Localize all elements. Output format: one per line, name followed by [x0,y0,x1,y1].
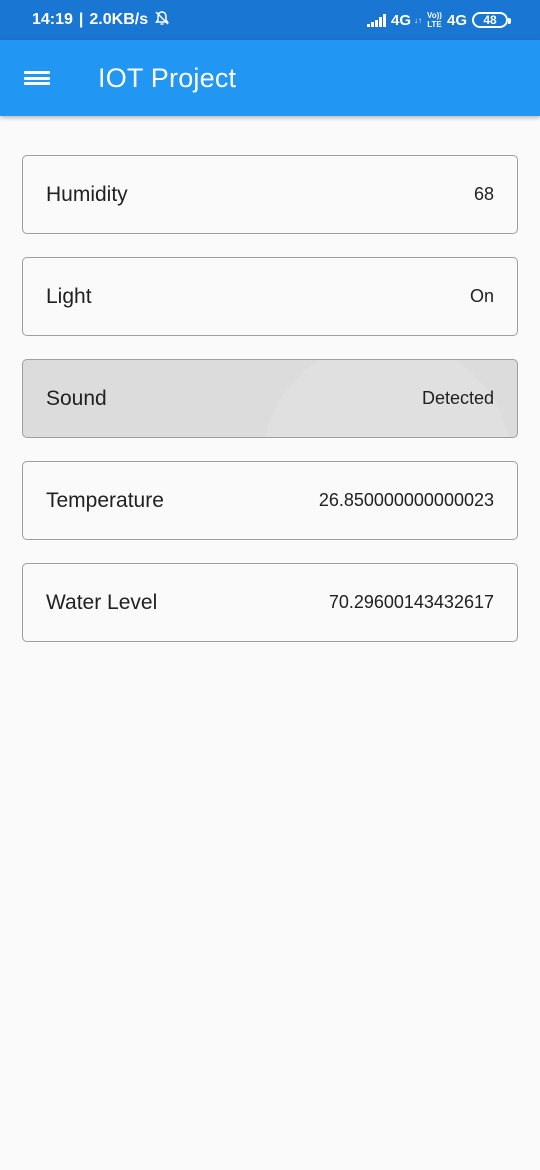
menu-icon[interactable] [24,67,52,89]
readings-list: Humidity 68 Light On Sound Detected Temp… [22,155,518,665]
status-left: 14:19 | 2.0KB/s [32,10,170,31]
volte-bottom: LTE [427,20,442,29]
reading-card-temperature[interactable]: Temperature 26.850000000000023 [22,461,518,540]
status-separator: | [78,11,84,28]
reading-card-sound[interactable]: Sound Detected [22,359,518,438]
network-type-1: 4G [391,11,412,29]
reading-card-light[interactable]: Light On [22,257,518,336]
mute-bell-icon [154,10,170,31]
reading-value: Detected [421,388,494,408]
status-time: 14:19 [32,11,73,28]
reading-value: 26.850000000000023 [318,490,494,510]
battery-level: 48 [483,13,497,27]
reading-value: 68 [473,184,494,204]
reading-label: Sound [46,386,107,410]
app-bar: IOT Project [0,40,540,116]
reading-label: Humidity [46,182,128,206]
page-title: IOT Project [98,62,237,93]
status-bar: 14:19 | 2.0KB/s 4G ↓↑ Vo)) LTE 4G 48 [0,0,540,40]
data-activity-icon: ↓↑ [414,15,423,25]
reading-value: 70.29600143432617 [328,592,494,612]
reading-card-humidity[interactable]: Humidity 68 [22,155,518,234]
reading-label: Water Level [46,590,158,614]
signal-strength-icon [367,13,386,27]
status-speed: 2.0KB/s [89,11,149,28]
reading-value: On [469,286,494,306]
battery-icon: 48 [472,12,511,28]
network-type-2: 4G [446,11,467,29]
status-right: 4G ↓↑ Vo)) LTE 4G 48 [367,11,511,29]
volte-icon: Vo)) LTE [427,11,442,29]
volte-top: Vo)) [427,11,442,20]
reading-label: Light [46,284,92,308]
reading-label: Temperature [46,488,164,512]
reading-card-water-level[interactable]: Water Level 70.29600143432617 [22,563,518,642]
